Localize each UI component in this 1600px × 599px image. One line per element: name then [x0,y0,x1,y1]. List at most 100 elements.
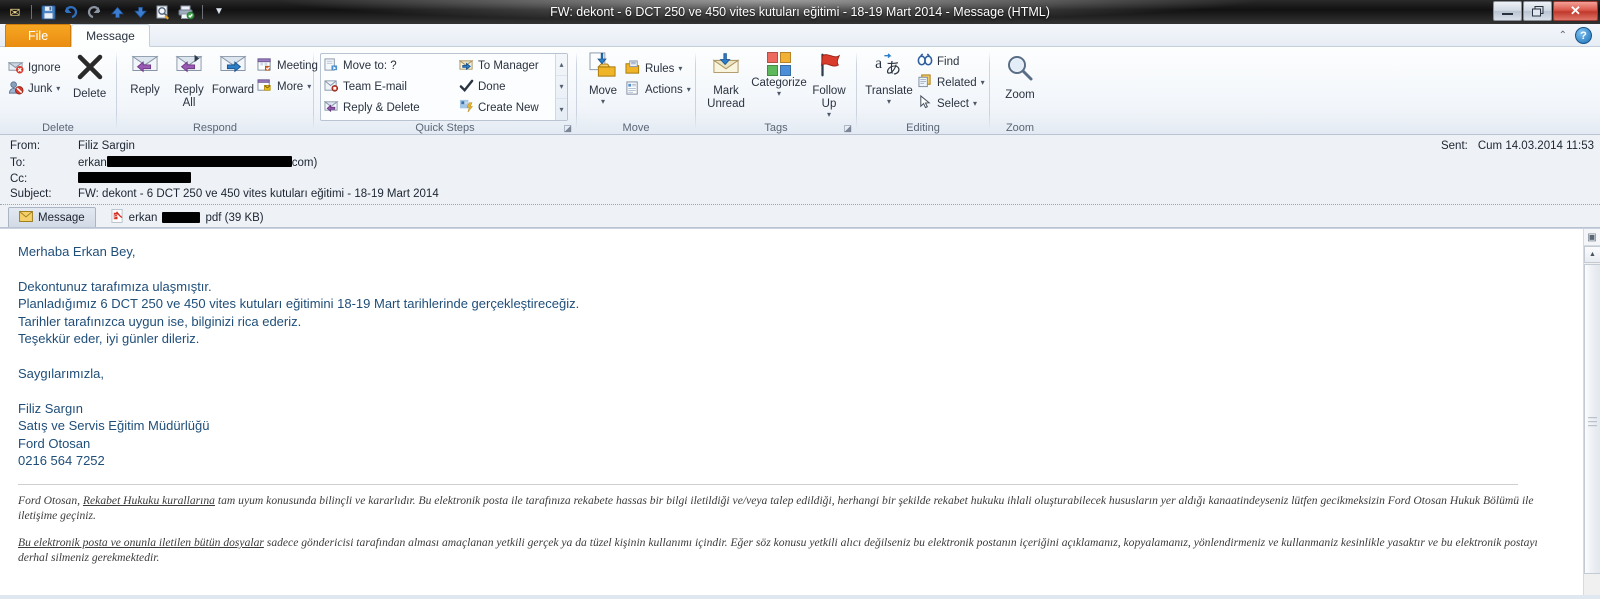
envelope-icon[interactable]: ✉ [5,2,25,22]
ignore-button[interactable]: Ignore [6,57,66,78]
zoom-label: Zoom [1005,89,1035,101]
subject-value: FW: dekont - 6 DCT 250 ve 450 vites kutu… [78,188,439,200]
follow-up-button[interactable]: Follow Up ▾ [808,50,850,122]
more-icon [257,78,273,96]
actions-button[interactable]: Actions ▾ [623,79,696,100]
restore-button[interactable] [1523,1,1552,21]
next-item-icon[interactable] [130,2,150,22]
meeting-button[interactable]: Meeting [255,55,323,76]
reply-button[interactable]: Reply [123,49,167,99]
disclaimer-paragraph-1: Ford Otosan, Rekabet Hukuku kurallarına … [18,493,1600,524]
minimize-button[interactable] [1493,1,1522,21]
collapse-ribbon-icon[interactable]: ⌃ [1559,30,1567,41]
quick-step-team-email[interactable]: Team E-mail [321,77,456,98]
move-button[interactable]: Move ▾ [583,50,623,108]
quick-steps-gallery[interactable]: Move to: ? Team E-mail Reply & Delete To… [320,53,568,121]
find-button[interactable]: Find [915,51,990,72]
svg-text:あ: あ [885,58,901,77]
chevron-down-icon[interactable]: ▾ [827,110,831,119]
quick-steps-more[interactable]: ▾ [556,99,567,120]
quick-access-toolbar[interactable]: ✉ ▼ [0,0,229,24]
quick-step-create-new[interactable]: Create New [456,97,555,118]
tags-dialog-launcher-icon[interactable]: ◪ [843,123,852,134]
chevron-down-icon[interactable]: ▾ [887,97,891,106]
related-button[interactable]: Related ▾ [915,72,990,93]
scrollbar-thumb[interactable]: — — — [1584,264,1600,574]
select-button[interactable]: Select ▾ [915,93,990,114]
chevron-down-icon[interactable]: ▾ [973,99,977,108]
tab-message-body[interactable]: Message [8,207,96,227]
message-body-area[interactable]: Merhaba Erkan Bey, Dekontunuz tarafımıza… [0,228,1600,595]
quick-steps-dialog-launcher-icon[interactable]: ◪ [563,123,572,134]
chevron-down-icon[interactable]: ▾ [601,97,605,106]
delete-label: Delete [72,88,107,100]
quick-step-done-label: Done [478,81,506,93]
previous-item-icon[interactable] [107,2,127,22]
reply-all-button[interactable]: Reply All [167,49,211,112]
zoom-button[interactable]: Zoom [998,52,1042,104]
quick-steps-scroll-down[interactable]: ▾ [556,76,567,99]
create-new-icon [458,99,474,116]
chevron-down-icon[interactable]: ▾ [687,85,691,94]
from-value[interactable]: Filiz Sargin [78,140,135,152]
close-button[interactable]: ✕ [1553,1,1598,21]
preview-pane-toggle-icon[interactable]: ▣ [1583,229,1600,246]
translate-button[interactable]: aあ Translate ▾ [863,50,915,108]
help-icon[interactable]: ? [1575,27,1592,44]
window-controls[interactable]: ✕ [1492,1,1598,21]
quick-step-to-manager-label: To Manager [478,60,539,73]
chevron-down-icon[interactable]: ▾ [777,89,781,98]
quick-step-reply-delete[interactable]: Reply & Delete [321,97,456,118]
tab-ghost-4[interactable] [297,25,342,47]
move-to-icon [323,58,339,75]
ribbon-group-tags: Mark Unread Categorize ▾ Follow Up ▾ Tag… [696,47,856,135]
follow-up-label: Follow Up [812,85,846,111]
to-value[interactable]: erkan com) [78,156,317,169]
body-line: Merhaba Erkan Bey, [18,244,136,259]
junk-button[interactable]: Junk ▾ [6,78,66,99]
quick-steps-scroll-nav[interactable]: ▴ ▾ ▾ [555,54,567,120]
categorize-button[interactable]: Categorize ▾ [750,50,808,100]
customize-qat-icon[interactable]: ▼ [209,2,229,22]
tab-ghost-3[interactable] [249,25,297,47]
pdf-icon: P [111,209,124,226]
mark-unread-button[interactable]: Mark Unread [702,50,750,113]
scrollbar-grip-icon: — — — [1588,412,1597,430]
group-label-editing: Editing [906,121,940,134]
junk-icon [8,80,24,98]
vertical-scrollbar[interactable]: ▲ — — — [1583,246,1600,595]
delete-button[interactable]: Delete [68,51,112,103]
chevron-down-icon[interactable]: ▾ [307,82,311,91]
quick-step-move-to[interactable]: Move to: ? [321,56,456,77]
save-icon[interactable] [38,2,58,22]
quick-print-icon[interactable] [176,2,196,22]
scroll-up-button[interactable]: ▲ [1584,246,1600,263]
attachment-item[interactable]: P erkan pdf (39 KB) [100,207,275,227]
actions-label: Actions [645,83,683,96]
ignore-label: Ignore [28,61,61,74]
chevron-down-icon[interactable]: ▾ [981,78,985,87]
quick-step-to-manager[interactable]: To Manager [456,56,555,77]
qat-separator-2 [202,5,203,19]
rules-button[interactable]: Rules ▾ [623,58,696,79]
chevron-down-icon[interactable]: ▾ [678,64,682,73]
tab-file[interactable]: File [5,24,72,47]
meeting-icon [257,57,273,75]
chevron-down-icon[interactable]: ▾ [56,84,60,93]
to-manager-icon [458,58,474,75]
disclaimer-2-link[interactable]: Bu elektronik posta ve onunla iletilen b… [18,536,264,549]
print-preview-icon[interactable] [153,2,173,22]
disclaimer-1-link[interactable]: Rekabet Hukuku kurallarına [83,494,215,507]
undo-icon[interactable] [61,2,81,22]
quick-steps-scroll-up[interactable]: ▴ [556,54,567,77]
tab-ghost-2[interactable] [198,25,249,47]
forward-button[interactable]: Forward [211,49,255,99]
more-button[interactable]: More ▾ [255,76,323,97]
redo-icon[interactable] [84,2,104,22]
quick-step-done[interactable]: Done [456,77,555,98]
cc-value[interactable] [78,172,191,185]
tab-ghost-1[interactable] [150,25,198,47]
tab-message[interactable]: Message [71,24,150,47]
quick-steps-column-1: Move to: ? Team E-mail Reply & Delete [321,54,456,120]
